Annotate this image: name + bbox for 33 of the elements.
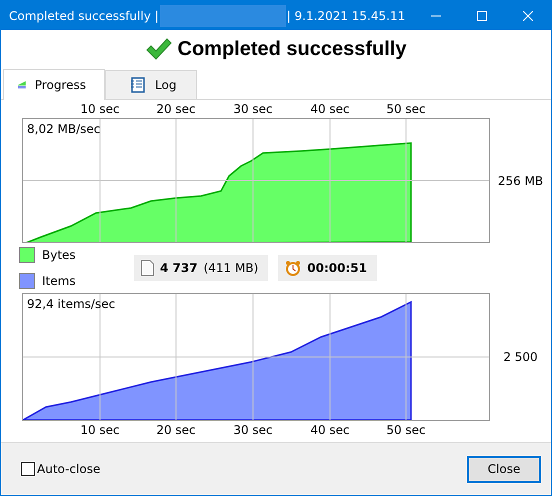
axis-tick-label: 20 sec (156, 102, 196, 116)
scale-label: 2 500 (502, 350, 539, 364)
tab[interactable]: Log (105, 70, 197, 99)
axis-tick-label: 30 sec (233, 423, 273, 437)
rate-label: 92,4 items/sec (27, 297, 116, 311)
stat-detail: (411 MB) (204, 261, 258, 275)
tab[interactable]: Progress (3, 69, 105, 100)
checkbox[interactable] (21, 462, 35, 476)
checkbox-label: Auto-close (37, 462, 100, 476)
close-button[interactable]: Close (467, 456, 541, 482)
window-title: Completed successfully | (9, 8, 159, 22)
axis-tick-label: 10 sec (80, 102, 120, 116)
axis-tick-label: 50 sec (386, 102, 426, 116)
checkmark-icon (146, 38, 172, 60)
scale-label: 256 MB (496, 174, 544, 188)
axis-tick-label: 40 sec (310, 102, 350, 116)
axis-tick-label: 20 sec (156, 423, 196, 437)
stat-value: 4 737 (160, 261, 198, 275)
axis-tick-label: 40 sec (310, 423, 350, 437)
rate-label: 8,02 MB/sec (27, 122, 100, 136)
document-icon (141, 260, 154, 276)
axis-tick-label: 10 sec (80, 423, 120, 437)
legend-label: Bytes (42, 248, 76, 262)
axis-tick-label: 50 sec (386, 423, 426, 437)
notebook-icon (130, 77, 146, 93)
stat-value: 00:00:51 (307, 261, 367, 275)
maximize-icon (477, 10, 487, 20)
axis-tick-label: 30 sec (233, 102, 273, 116)
legend-label: Items (42, 274, 76, 288)
status-heading: Completed successfully (178, 38, 406, 60)
alarm-clock-icon (285, 260, 302, 276)
close-icon (523, 10, 533, 20)
window-title-date: | 9.1.2021 15.45.11 (286, 8, 406, 22)
